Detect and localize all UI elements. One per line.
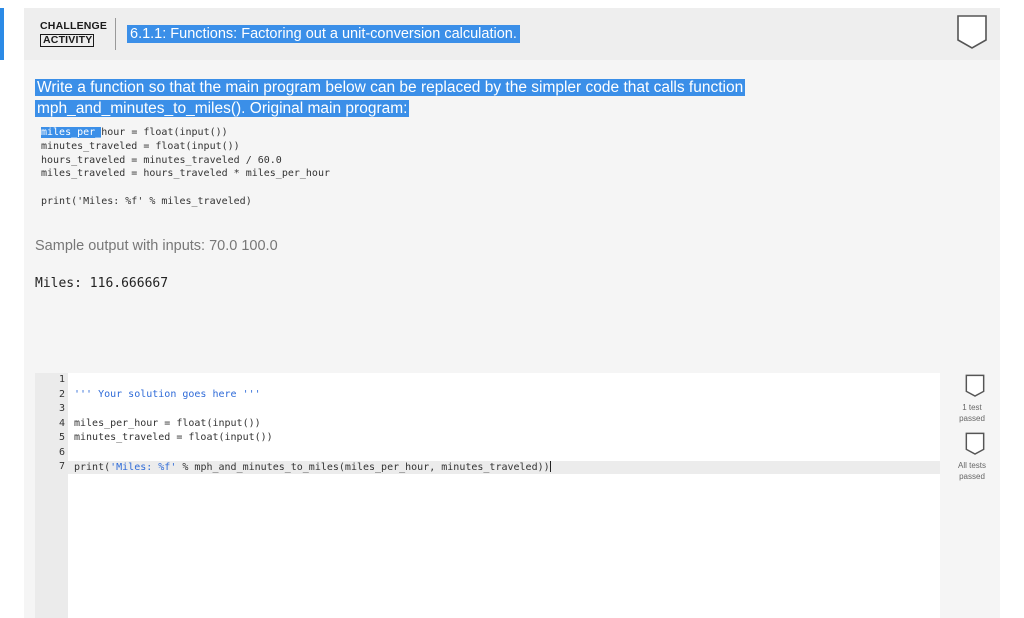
challenge-activity-badge: CHALLENGE ACTIVITY (40, 20, 108, 48)
editor-line-7[interactable]: print('Miles: %f' % mph_and_minutes_to_m… (74, 461, 551, 473)
all-tests-status-icon (965, 432, 985, 455)
original-code-line4: miles_traveled = hours_traveled * miles_… (41, 168, 330, 179)
line-number: 7 (58, 461, 65, 472)
editor-line-4[interactable]: miles_per_hour = float(input()) (74, 418, 261, 429)
instructions-line2: mph_and_minutes_to_miles(). Original mai… (35, 100, 410, 117)
original-code-line5: print('Miles: %f' % miles_traveled) (41, 196, 252, 207)
all-tests-status-label: All tests passed (952, 460, 992, 482)
instructions: Write a function so that the main progra… (35, 78, 746, 119)
line-number: 6 (58, 447, 65, 458)
test1-label-line1: 1 test (962, 403, 982, 412)
line-number: 4 (58, 418, 65, 429)
sample-output-label: Sample output with inputs: 70.0 100.0 (35, 238, 278, 254)
editor-line-2[interactable]: ''' Your solution goes here ''' (74, 389, 261, 400)
original-code-line2: minutes_traveled = float(input()) (41, 141, 240, 152)
badge-line1: CHALLENGE (40, 20, 108, 32)
line-number: 3 (58, 403, 65, 414)
code-token: % mph_and_minutes_to_miles(miles_per_hou… (176, 462, 550, 473)
code-editor[interactable]: 1 2 3 4 5 6 7 ''' Your solution goes her… (35, 373, 940, 618)
test1-label-line2: passed (959, 414, 985, 423)
header-divider (115, 18, 116, 50)
line-number: 1 (58, 374, 65, 385)
test1-status-label: 1 test passed (952, 402, 992, 424)
original-code-line1: miles_per_hour = float(input()) (41, 127, 228, 138)
activity-completion-icon (957, 15, 987, 49)
instructions-line1: Write a function so that the main progra… (35, 79, 746, 96)
activity-accent-bar (0, 8, 4, 60)
badge-line2: ACTIVITY (40, 34, 94, 47)
line-number: 2 (58, 389, 65, 400)
all-tests-label-line1: All tests (957, 461, 986, 470)
line-number: 5 (58, 432, 65, 443)
code-token: print( (74, 462, 111, 473)
editor-line-5[interactable]: minutes_traveled = float(input()) (74, 432, 273, 443)
code-text: hour = float(input()) (101, 127, 228, 138)
sample-output: Miles: 116.666667 (35, 276, 169, 291)
test1-status-icon (965, 374, 985, 397)
text-cursor (549, 461, 551, 472)
code-string-token: 'Miles: %f' (110, 462, 177, 473)
code-selection: miles_per_ (41, 127, 102, 138)
original-code-line3: hours_traveled = minutes_traveled / 60.0 (41, 155, 282, 166)
all-tests-label-line2: passed (959, 472, 985, 481)
activity-title: 6.1.1: Functions: Factoring out a unit-c… (127, 25, 520, 43)
